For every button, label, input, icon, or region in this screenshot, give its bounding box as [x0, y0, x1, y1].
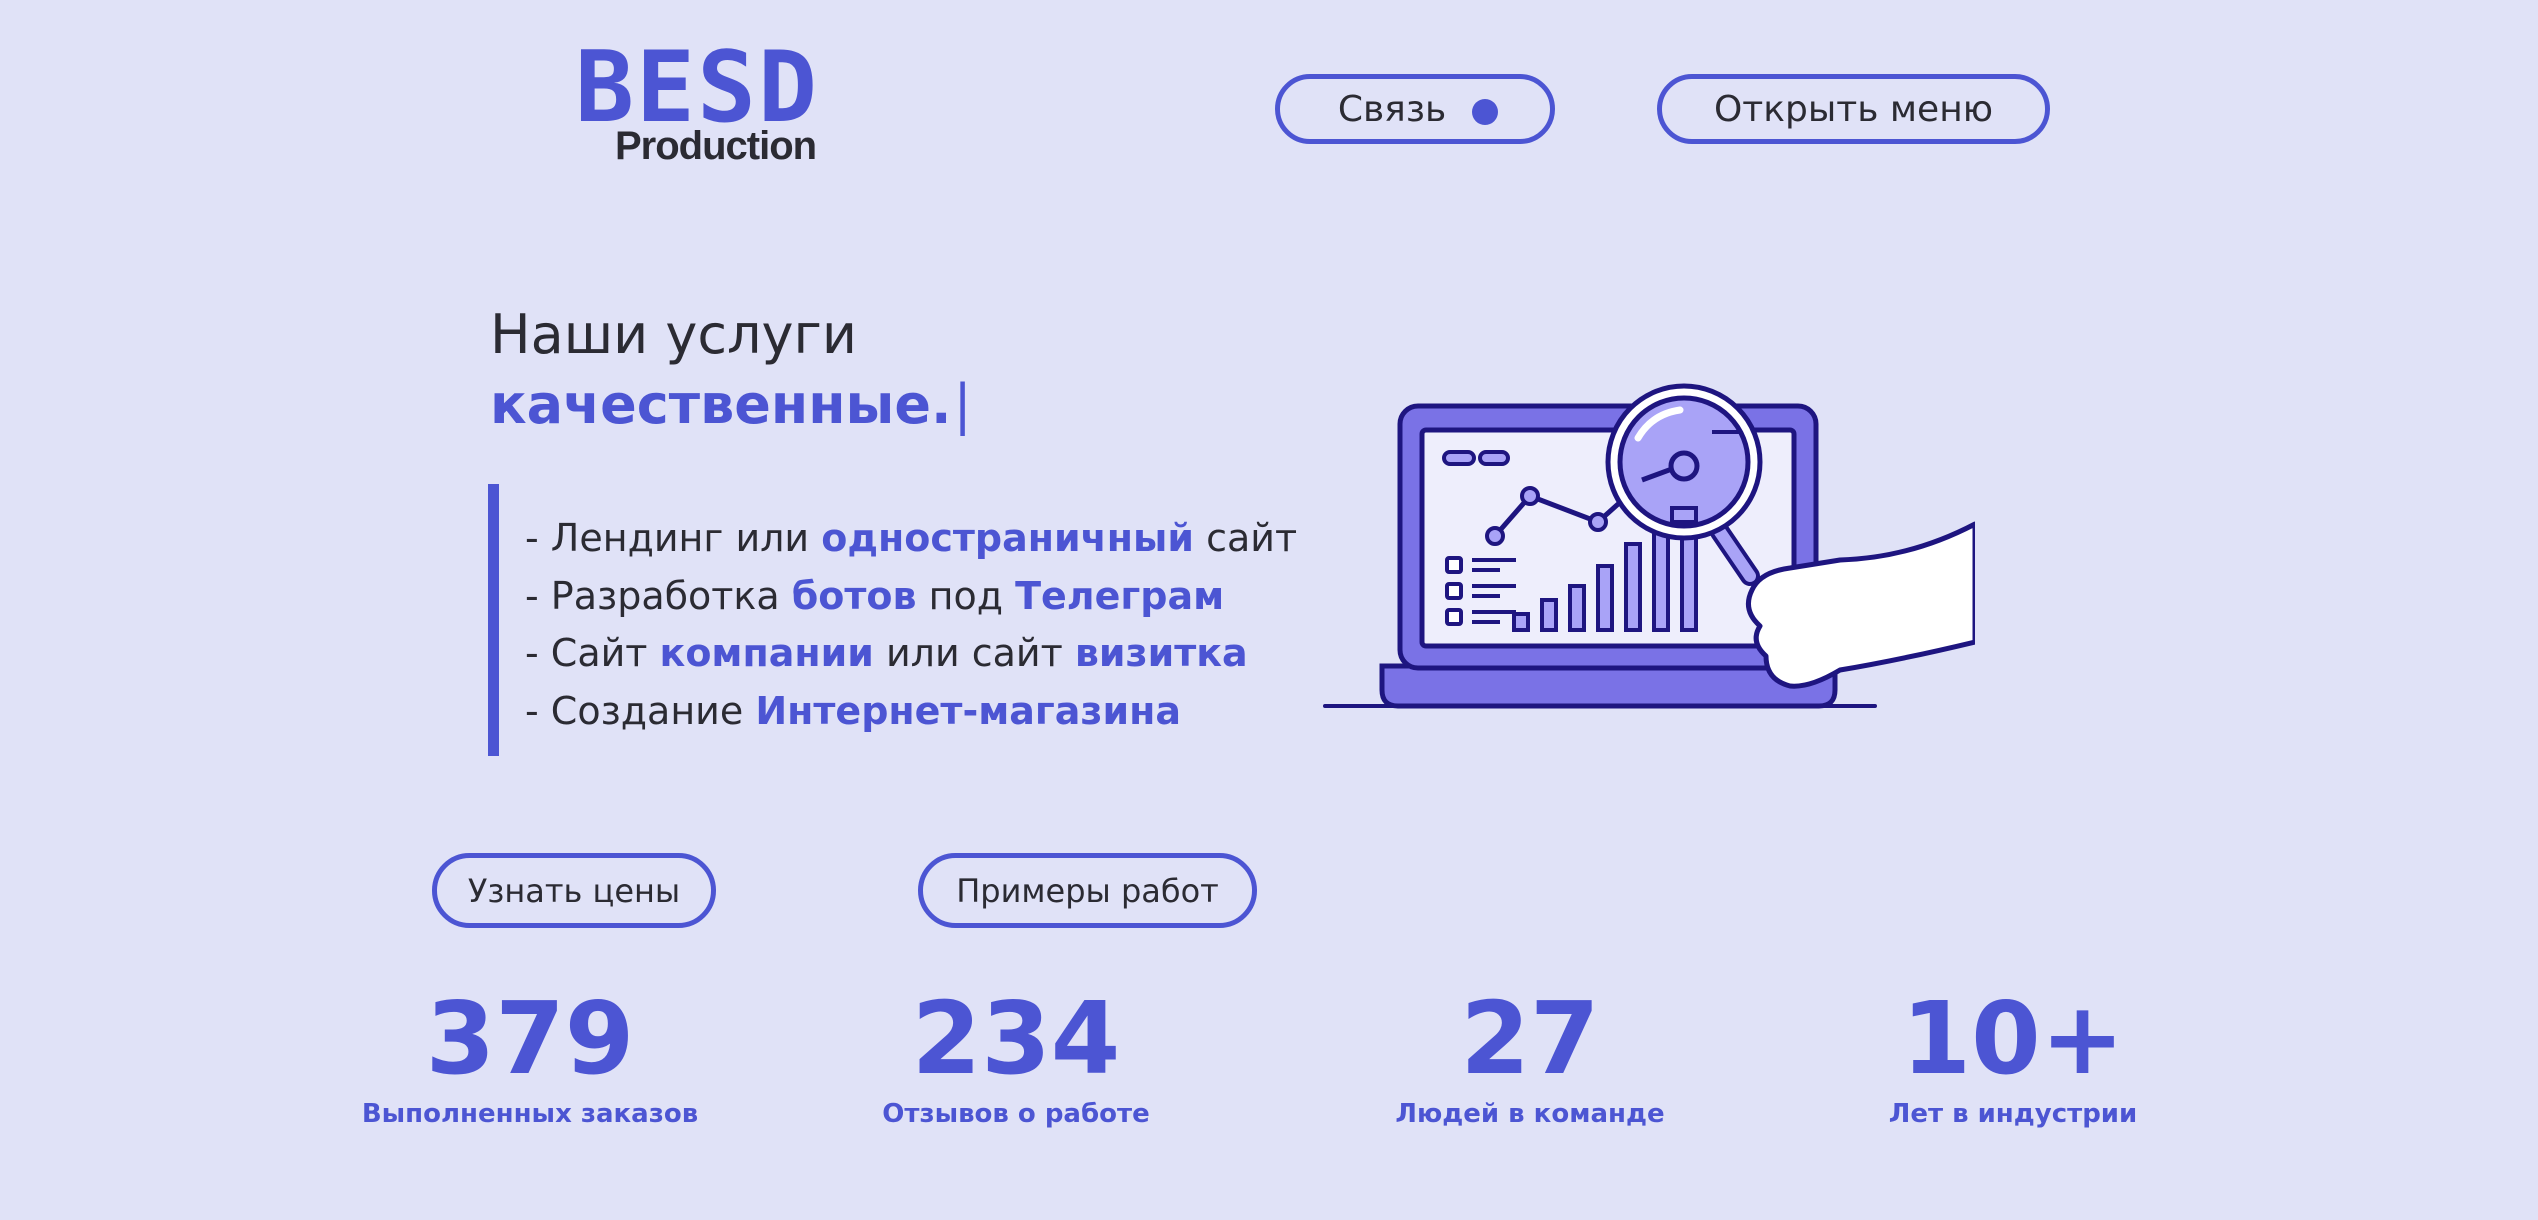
- hero-title: Наши услуги качественные.|: [490, 300, 1190, 440]
- stat-caption: Выполненных заказов: [361, 1099, 699, 1129]
- stat-value: 10+: [1901, 980, 2125, 1097]
- prices-button[interactable]: Узнать цены: [432, 853, 716, 928]
- prices-button-label: Узнать цены: [467, 871, 681, 910]
- service-highlight: визитка: [1074, 631, 1248, 675]
- hero-title-highlight: качественные.: [490, 373, 952, 436]
- service-item-landing: - Лендинг или одностраничный сайт: [525, 510, 1297, 568]
- stat-value: 234: [911, 980, 1121, 1097]
- stat-value: 379: [425, 980, 635, 1097]
- service-item-company-site: - Сайт компании или сайт визитка: [525, 625, 1288, 683]
- services-list: - Лендинг или одностраничный сайт - Разр…: [488, 484, 1297, 756]
- status-dot-icon: [1472, 99, 1498, 125]
- open-menu-button[interactable]: Открыть меню: [1657, 74, 2050, 144]
- service-highlight: Интернет-магазина: [755, 688, 1182, 733]
- service-text: - Сайт: [525, 631, 660, 675]
- stat-caption: Людей в команде: [1395, 1099, 1665, 1129]
- portfolio-button-label: Примеры работ: [956, 871, 1219, 910]
- logo[interactable]: BESD Production: [575, 31, 825, 170]
- stat-reviews: 234 Отзывов о работе: [836, 984, 1196, 1132]
- stat-orders: 379 Выполненных заказов: [350, 984, 710, 1132]
- service-text: - Разработка: [525, 573, 792, 618]
- stat-value: 27: [1460, 980, 1600, 1097]
- service-item-bots: - Разработка ботов под Телеграм: [525, 568, 1288, 626]
- hero-title-line2: качественные.|: [490, 370, 1190, 440]
- service-highlight: одностраничный: [821, 516, 1194, 560]
- contact-button-label: Связь: [1337, 88, 1447, 130]
- open-menu-button-label: Открыть меню: [1713, 88, 1994, 130]
- stat-team: 27 Людей в команде: [1350, 984, 1710, 1132]
- typing-caret: |: [953, 373, 972, 436]
- service-text: под: [916, 573, 1016, 618]
- service-text: сайт: [1193, 516, 1298, 560]
- logo-brand-text: BESD: [575, 31, 820, 145]
- laptop-analytics-illustration: [1323, 383, 1975, 709]
- stat-years: 10+ Лет в индустрии: [1833, 984, 2193, 1132]
- service-text: - Лендинг или: [525, 516, 822, 560]
- stat-caption: Лет в индустрии: [1888, 1099, 2138, 1129]
- service-highlight: компании: [659, 631, 874, 675]
- service-highlight: ботов: [791, 573, 917, 618]
- contact-button[interactable]: Связь: [1275, 74, 1555, 144]
- service-text: или сайт: [873, 631, 1075, 675]
- logo-sub-text: Production: [615, 124, 817, 168]
- service-item-shop: - Создание Интернет-магазина: [525, 683, 1288, 741]
- stat-caption: Отзывов о работе: [882, 1099, 1150, 1129]
- service-highlight: Телеграм: [1015, 573, 1225, 618]
- portfolio-button[interactable]: Примеры работ: [918, 853, 1257, 928]
- service-text: - Создание: [525, 688, 756, 733]
- hero-title-line1: Наши услуги: [490, 303, 857, 366]
